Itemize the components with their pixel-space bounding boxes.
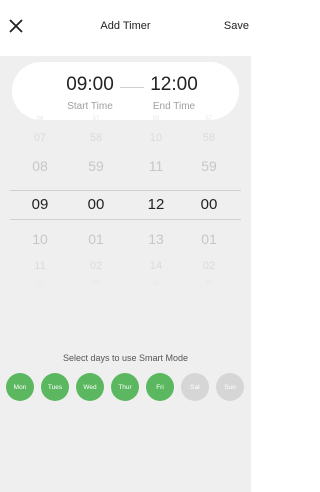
day-selector: Mon Tues Wed Thur Fri Sat Sun [6, 373, 246, 405]
wheel-value: 13 [148, 231, 164, 247]
wheel-value: 03 [205, 281, 213, 287]
wheel-value: 14 [149, 260, 163, 272]
header-bar: Add Timer Save [0, 0, 251, 56]
start-time[interactable]: 09:00 Start Time [50, 74, 130, 112]
page-title: Add Timer [100, 20, 151, 32]
wheel-value-selected: 09 [31, 196, 49, 213]
wheel-value: 10 [32, 231, 48, 247]
end-time-label: End Time [152, 101, 196, 112]
day-label: Tues [47, 383, 63, 391]
wheel-value: 10 [149, 132, 163, 144]
start-hour-wheel[interactable]: 06 07 08 09 10 11 12 [14, 114, 66, 334]
wheel-value: 11 [34, 260, 46, 272]
end-time[interactable]: 12:00 End Time [134, 74, 214, 112]
end-minute-wheel[interactable]: 57 58 59 00 01 02 03 [183, 114, 235, 334]
wheel-value: 58 [89, 132, 103, 144]
wheel-value: 02 [202, 260, 216, 272]
day-label: Wed [83, 383, 97, 391]
day-toggle-mon[interactable]: Mon [6, 373, 34, 401]
wheel-value: 01 [88, 231, 104, 247]
time-wheel-picker: 06 07 08 09 10 11 12 57 58 59 00 01 02 0… [0, 114, 251, 334]
wheel-value: 57 [92, 116, 100, 122]
days-label: Select days to use Smart Mode [62, 353, 189, 363]
save-button[interactable]: Save [224, 20, 249, 32]
start-time-value: 09:00 [66, 74, 114, 95]
timer-content: 09:00 Start Time 12:00 End Time 06 07 08… [0, 56, 251, 492]
day-label: Fri [156, 383, 164, 391]
wheel-value: 06 [36, 116, 44, 122]
wheel-value: 57 [205, 116, 213, 122]
wheel-value: 03 [92, 281, 100, 287]
end-time-value: 12:00 [150, 74, 198, 95]
wheel-value: 58 [202, 132, 216, 144]
day-toggle-sun[interactable]: Sun [216, 373, 244, 401]
day-toggle-sat[interactable]: Sat [181, 373, 209, 401]
day-toggle-fri[interactable]: Fri [146, 373, 174, 401]
day-toggle-tue[interactable]: Tues [41, 373, 69, 401]
wheel-value: 15 [152, 281, 160, 287]
day-label: Mon [13, 383, 27, 391]
wheel-value-selected: 00 [200, 196, 218, 213]
wheel-value: 09 [152, 116, 160, 122]
wheel-value: 07 [33, 132, 47, 144]
wheel-value: 11 [148, 158, 164, 174]
time-range-card: 09:00 Start Time 12:00 End Time [12, 62, 239, 120]
wheel-value: 02 [89, 260, 103, 272]
start-time-label: Start Time [67, 101, 113, 112]
day-toggle-thu[interactable]: Thur [111, 373, 139, 401]
wheel-value-selected: 00 [87, 196, 105, 213]
wheel-value-selected: 12 [147, 196, 165, 213]
end-hour-wheel[interactable]: 09 10 11 12 13 14 15 [130, 114, 182, 334]
day-label: Sun [224, 383, 236, 391]
wheel-value: 12 [36, 281, 44, 287]
wheel-value: 01 [201, 231, 217, 247]
start-minute-wheel[interactable]: 57 58 59 00 01 02 03 [70, 114, 122, 334]
day-label: Thur [118, 383, 132, 391]
day-toggle-wed[interactable]: Wed [76, 373, 104, 401]
wheel-value: 59 [88, 158, 104, 174]
day-label: Sat [190, 383, 200, 391]
wheel-value: 08 [32, 158, 48, 174]
wheel-value: 59 [201, 158, 217, 174]
